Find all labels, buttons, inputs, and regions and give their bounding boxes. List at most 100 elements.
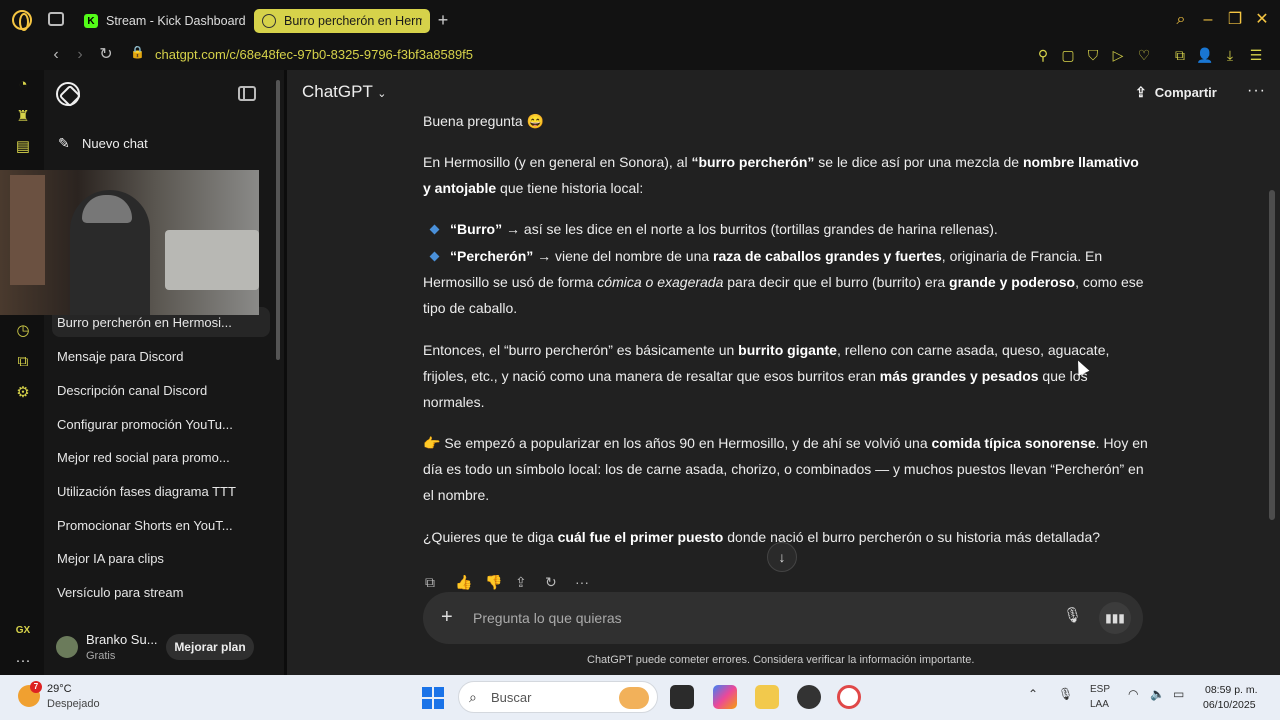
weather-badge: 7 [30,681,42,693]
wifi-icon[interactable]: ◠ [1128,687,1138,701]
keyboard-layout[interactable]: LAA [1090,699,1109,710]
snapshot-icon[interactable]: ▢ [1058,45,1078,65]
extensions-rail-icon[interactable]: ⧉ [12,351,34,373]
model-label: ChatGPT [302,82,373,101]
volume-icon[interactable]: 🔈 [1150,687,1165,701]
chatgpt-favicon-icon [262,14,276,28]
opera-logo-icon[interactable] [12,10,32,31]
close-icon[interactable]: ✕ [1251,10,1273,30]
message-actions: ⧉ 👍 👎 ⇪ ↻ ··· [425,574,605,591]
tab-kick-dashboard[interactable]: K Stream - Kick Dashboard [76,9,246,33]
text: Entonces, el “burro percherón” es básica… [423,342,739,358]
maximize-icon[interactable]: ❐ [1224,10,1246,30]
copilot-icon[interactable] [713,685,737,709]
opera-gx-taskbar-icon[interactable] [837,685,861,709]
chat-item[interactable]: Configurar promoción YouTu... [52,409,270,439]
toggle-sidebar-icon[interactable] [238,86,256,101]
more-icon[interactable]: ··· [12,650,34,672]
new-chat-label: Nuevo chat [82,135,148,151]
sidebar-scrollbar[interactable] [276,80,280,360]
file-explorer-icon[interactable] [755,685,779,709]
new-tab-button[interactable]: + [434,10,452,30]
browser-tab-bar: K Stream - Kick Dashboard Burro percheró… [0,0,1280,40]
message-paragraph: 👉 Se empezó a popularizar en los años 90… [423,430,1148,508]
more-options-icon[interactable]: ··· [1247,82,1266,100]
task-view-icon[interactable] [670,685,694,709]
chat-item[interactable]: Descripción canal Discord [52,375,270,405]
text-bold: comida típica sonorense [931,435,1096,451]
copy-icon[interactable]: ⧉ [425,574,455,591]
history-icon[interactable]: ◷ [12,320,34,342]
url-field[interactable]: chatgpt.com/c/68e48fec-97b0-8325-9796-f3… [155,44,473,66]
chevron-up-icon[interactable]: ⌃ [1028,687,1038,701]
gx-corner-icon[interactable]: GX [12,620,34,642]
attach-plus-icon[interactable]: + [441,606,453,628]
text-bold: “burro percherón” [691,154,815,170]
share-button[interactable]: ⇪ Compartir [1135,84,1217,101]
settings-icon[interactable]: ⚙ [12,382,34,404]
text-bold: “Burro” [450,221,503,237]
thumbs-down-icon[interactable]: 👎 [485,574,515,591]
heart-icon[interactable]: ♡ [1134,45,1154,65]
battery-icon[interactable]: ▭ [1173,687,1184,701]
chat-item[interactable]: Mensaje para Discord [52,341,270,371]
prompt-input[interactable] [473,606,1033,630]
text-bold: raza de caballos grandes y fuertes [713,248,942,264]
profile-icon[interactable]: 👤 [1195,45,1215,65]
player-icon[interactable]: ▷ [1108,45,1128,65]
search-icon[interactable]: ⌕ [1170,10,1192,30]
scroll-down-button[interactable]: ↓ [767,542,797,572]
chat-item[interactable]: Mejor IA para clips [52,543,270,573]
clock-date[interactable]: 06/10/2025 [1203,699,1256,711]
forward-icon[interactable]: › [70,44,90,66]
menu-icon[interactable]: ☰ [1246,45,1266,65]
kick-icon: K [84,14,98,28]
speed-dial-icon[interactable]: ◔ [12,74,34,96]
share-icon[interactable]: ⇪ [515,574,545,591]
regenerate-icon[interactable]: ↻ [545,574,575,591]
voice-mode-icon[interactable]: ▮▮▮ [1099,602,1131,634]
workspaces-icon[interactable] [48,12,64,26]
download-icon[interactable]: ⤓ [1220,45,1240,65]
model-selector[interactable]: ChatGPT ⌄ [302,82,387,102]
bullet-icon [429,251,440,262]
back-icon[interactable]: ‹ [46,44,66,66]
windows-start-icon[interactable] [422,687,444,709]
microphone-icon[interactable]: 🎙 [1063,606,1082,624]
new-chat-button[interactable]: ✎ Nuevo chat [58,132,148,154]
tab-label: Stream - Kick Dashboard [106,14,246,28]
clock-time[interactable]: 08:59 p. m. [1205,684,1258,696]
search-highlight-icon [619,687,649,709]
address-bar: ‹ › ↻ 🔒 chatgpt.com/c/68e48fec-97b0-8325… [0,40,1280,70]
more-icon[interactable]: ··· [575,574,605,591]
thumbs-up-icon[interactable]: 👍 [455,574,485,591]
chat-main: ChatGPT ⌄ ⇪ Compartir ··· Buena pregunta … [287,70,1280,675]
pin-icon[interactable]: ⚲ [1033,45,1053,65]
reload-icon[interactable]: ↻ [96,44,116,66]
chat-item[interactable]: Mejor red social para promo... [52,442,270,472]
bullet-icon [429,224,440,235]
search-label: Buscar [491,690,532,705]
news-icon[interactable]: ▤ [12,136,34,158]
text: ¿Quieres que te diga [423,529,558,545]
language-code[interactable]: ESP [1090,684,1110,695]
adblock-shield-icon[interactable]: ⛉ [1083,45,1103,65]
extensions-icon[interactable]: ⧉ [1170,45,1190,65]
share-label: Compartir [1154,85,1217,100]
chatgpt-logo-icon[interactable] [56,82,80,106]
minimize-icon[interactable]: – [1197,10,1219,30]
chat-item[interactable]: Utilización fases diagrama TTT [52,476,270,506]
microphone-tray-icon[interactable]: 🎙 [1058,687,1073,701]
chat-item[interactable]: Versículo para stream [52,577,270,607]
chat-scrollbar[interactable] [1269,190,1275,520]
taskbar-search[interactable]: ⌕ Buscar [458,681,658,713]
tab-chatgpt[interactable]: Burro percherón en Herm [254,9,430,33]
upgrade-plan-button[interactable]: Mejorar plan [166,634,254,660]
store-icon[interactable]: ♜ [12,106,34,128]
user-name: Branko Su... [86,632,158,647]
text: se le dice así por una mezcla de [814,154,1023,170]
chat-item[interactable]: Promocionar Shorts en YouT... [52,510,270,540]
obs-icon[interactable] [797,685,821,709]
lock-icon[interactable]: 🔒 [130,45,145,63]
user-account[interactable]: Branko Su... Gratis Mejorar plan [54,630,274,666]
